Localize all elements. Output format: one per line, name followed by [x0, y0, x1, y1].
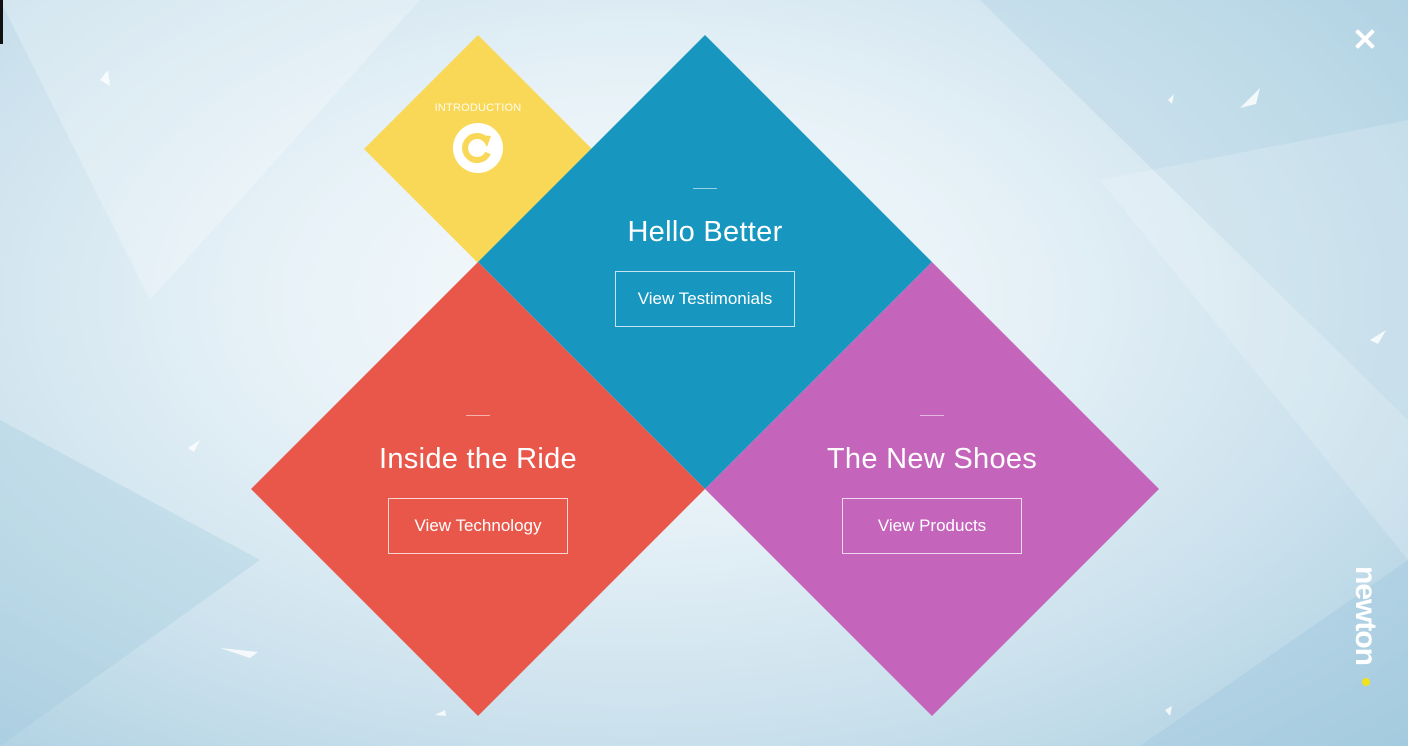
hello-better-divider — [693, 188, 717, 189]
inside-the-ride-divider — [466, 415, 490, 416]
newton-logo-text: newton — [1352, 566, 1380, 665]
the-new-shoes-divider — [920, 415, 944, 416]
window-edge — [0, 0, 3, 44]
view-technology-button[interactable]: View Technology — [388, 498, 568, 554]
the-new-shoes-title: The New Shoes — [826, 443, 1038, 475]
logo-accent-dot — [1362, 678, 1370, 686]
newton-logo: newton — [1352, 566, 1380, 686]
view-products-button[interactable]: View Products — [842, 498, 1022, 554]
inside-the-ride-title: Inside the Ride — [379, 443, 577, 475]
hello-better-title: Hello Better — [627, 216, 783, 248]
close-icon[interactable] — [1350, 24, 1382, 56]
